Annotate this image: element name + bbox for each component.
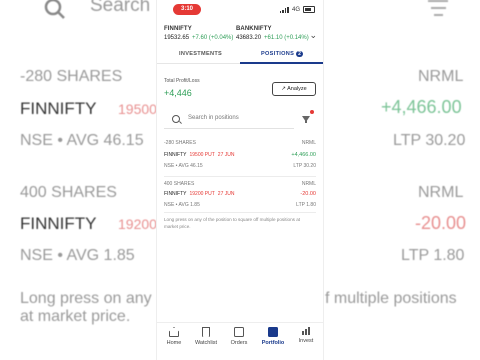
orders-icon [234,327,244,337]
index-name: FINNIFTY [164,26,192,32]
bg-pnl-1: +4,466.00 [381,97,462,117]
index-name: BANKNIFTY [236,26,272,32]
bg-shares-2: 400 SHARES [20,184,117,201]
nav-label: Home [166,340,182,346]
search-placeholder: Search in positions [188,115,239,121]
position-avg: AVG 1.85 [178,202,200,208]
position-exchange: NSE [164,202,175,208]
search-input[interactable]: Search in positions [164,110,294,129]
position-symbol: FINNIFTY [164,152,187,158]
filter-icon [428,0,448,21]
active-tab-indicator [240,62,323,64]
position-pnl: +4,466.00 [291,152,316,158]
analyze-label: Analyze [287,86,307,92]
search-icon [172,115,180,123]
portfolio-tabs: INVESTMENTS POSITIONS 2 [157,47,323,64]
nav-label: Orders [230,340,248,346]
position-product: NRML [301,181,316,187]
bg-ltp-1: LTP 30.20 [393,132,466,149]
position-card[interactable]: 400 SHARES NRML FINNIFTY 19200 PUT 27 JUN … [164,181,316,215]
bg-product-1: NRML [418,68,464,85]
tab-positions[interactable]: POSITIONS 2 [261,51,304,57]
nav-watchlist[interactable]: Watchlist [191,327,221,346]
total-pl-label: Total Profit/Loss [164,78,200,84]
bookmark-icon [202,327,210,337]
filter-active-dot [310,110,314,114]
bg-note-left: Long press on any of [20,290,170,307]
position-ltp: LTP 1.80 [296,202,316,208]
search-icon [44,0,65,19]
position-product: NRML [301,140,316,146]
bg-ltp-2: LTP 1.80 [401,247,465,264]
nav-home[interactable]: Home [159,327,189,346]
trend-icon: ↗ [281,86,286,92]
filter-icon[interactable] [302,116,310,123]
position-ltp: LTP 30.20 [293,163,316,169]
position-pnl: -20.00 [300,191,316,197]
portfolio-icon [268,327,278,337]
bg-shares-1: -280 SHARES [20,68,123,85]
home-icon [169,327,179,337]
bg-symbol-1: FINNIFTY [20,99,97,118]
status-time: 3:10 [173,4,201,15]
position-expiry: 27 JUN [217,191,235,197]
position-card[interactable]: -280 SHARES NRML FINNIFTY 19500 PUT 27 JUN… [164,140,316,174]
index-change: +61.10 (+0.14%) [264,35,309,41]
position-expiry: 27 JUN [217,152,235,158]
position-avg: AVG 46.15 [178,163,203,169]
bg-pnl-2: -20.00 [415,213,467,233]
index-value: 19532.65 [164,35,190,41]
bg-avg-2: NSE • AVG 1.85 [20,247,135,264]
index-value: 43683.20 [236,35,262,41]
position-symbol: FINNIFTY [164,191,187,197]
bg-product-2: NRML [418,184,464,201]
position-strike: 19500 PUT [189,152,215,158]
tab-investments[interactable]: INVESTMENTS [179,51,222,57]
invest-icon [302,327,311,335]
bg-avg-1: NSE • AVG 46.15 [20,132,144,149]
nav-invest[interactable]: Invest [291,327,321,344]
battery-icon [303,6,315,13]
chevron-down-icon[interactable]: ⌄ [309,30,317,41]
analyze-button[interactable]: ↗ Analyze [272,82,316,96]
bg-symbol-2: FINNIFTY [20,214,97,233]
nav-orders[interactable]: Orders [224,327,254,346]
signal-icon [279,6,289,13]
tab-positions-label: POSITIONS [261,51,295,57]
divider [164,176,316,177]
bg-note-right: f multiple positions [325,290,457,307]
network-label: 4G [291,6,300,13]
nav-label: Portfolio [261,340,285,346]
nav-label: Invest [298,338,314,344]
total-pl-value: +4,446 [164,88,192,98]
square-off-hint: Long press on any of the position to squ… [164,217,301,229]
bottom-nav: Home Watchlist Orders Portfolio Invest [157,322,323,360]
position-strike: 19200 PUT [189,191,215,197]
status-bar: 3:10 4G [157,0,323,20]
index-finnifty[interactable]: FINNIFTY 19532.65 +7.60 (+0.04%) [164,26,233,41]
position-shares: 400 SHARES [164,181,195,187]
positions-count-badge: 2 [296,51,304,57]
nav-label: Watchlist [194,340,218,346]
nav-portfolio[interactable]: Portfolio [258,327,288,346]
divider [164,212,316,213]
index-change: +7.60 (+0.04%) [192,35,234,41]
bg-note-line2: at market price. [20,308,131,325]
phone-screen: 3:10 4G FINNIFTY 19532.65 +7.60 (+0.04%) … [157,0,323,360]
position-exchange: NSE [164,163,175,169]
index-banknifty[interactable]: BANKNIFTY 43683.20 +61.10 (+0.14%) [236,26,309,41]
bg-search-text: Search [90,0,151,16]
position-shares: -280 SHARES [164,140,196,146]
